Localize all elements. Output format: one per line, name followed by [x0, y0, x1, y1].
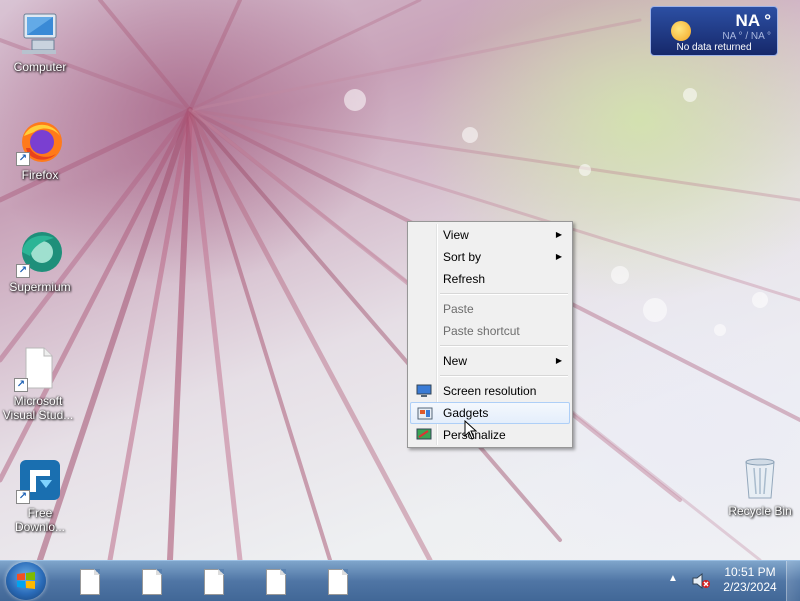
screen-resolution-icon — [416, 384, 432, 397]
taskbar-item-4[interactable] — [260, 565, 290, 597]
menu-item-paste-shortcut: Paste shortcut — [410, 320, 570, 342]
shortcut-arrow-icon: ↗ — [16, 152, 30, 166]
taskbar-item-3[interactable] — [198, 565, 228, 597]
shortcut-arrow-icon: ↗ — [16, 264, 30, 278]
menu-item-new[interactable]: New ▶ — [410, 350, 570, 372]
menu-item-personalize[interactable]: Personalize — [410, 424, 570, 446]
sun-icon — [671, 21, 691, 41]
computer-icon — [22, 13, 57, 54]
weather-status: No data returned — [676, 42, 752, 53]
menu-item-label: Screen resolution — [443, 384, 537, 398]
menu-item-view[interactable]: View ▶ — [410, 224, 570, 246]
show-hidden-icons-button[interactable]: ▲ — [668, 573, 678, 584]
desktop-icon-label: Supermium — [9, 280, 71, 294]
menu-item-screen-resolution[interactable]: Screen resolution — [410, 380, 570, 402]
document-icon — [328, 569, 348, 595]
personalize-icon — [416, 428, 432, 440]
start-button[interactable] — [6, 562, 46, 600]
desktop-icon-label: Microsoft Visual Stud... — [2, 394, 74, 422]
desktop-icon-supermium[interactable]: ↗ Supermium — [2, 230, 78, 294]
document-icon — [266, 569, 286, 595]
menu-item-gadgets[interactable]: Gadgets — [410, 402, 570, 424]
desktop-icon-visual-studio[interactable]: ↗ Microsoft Visual Stud... — [0, 344, 76, 422]
submenu-arrow-icon: ▶ — [555, 252, 562, 261]
desktop-icon-label: Free Downlo... — [14, 506, 66, 534]
weather-gadget[interactable]: NA ° NA ° / NA ° No data returned — [650, 6, 778, 56]
shortcut-arrow-icon: ↗ — [16, 490, 30, 504]
document-icon — [80, 569, 100, 595]
weather-range: NA ° / NA ° — [722, 31, 771, 42]
submenu-arrow-icon: ▶ — [555, 356, 562, 365]
desktop[interactable]: Computer ↗ Firefox ↗ Supermium ↗ Microso… — [0, 0, 800, 560]
windows-logo-icon — [17, 572, 35, 589]
desktop-icon-label: Computer — [13, 60, 67, 74]
show-desktop-button[interactable] — [786, 561, 800, 601]
document-icon — [204, 569, 224, 595]
weather-temperature: NA ° — [735, 11, 771, 30]
desktop-icon-recycle-bin[interactable]: Recycle Bin — [722, 454, 798, 518]
menu-item-sort-by[interactable]: Sort by ▶ — [410, 246, 570, 268]
menu-item-paste: Paste — [410, 298, 570, 320]
menu-separator — [440, 345, 568, 347]
submenu-arrow-icon: ▶ — [555, 230, 562, 239]
wallpaper — [0, 0, 800, 560]
desktop-icon-free-download-manager[interactable]: ↗ Free Downlo... — [2, 456, 78, 534]
menu-item-label: Gadgets — [443, 406, 489, 420]
mouse-cursor-icon — [464, 420, 478, 440]
desktop-icon-firefox[interactable]: ↗ Firefox — [2, 118, 78, 182]
menu-item-label: Refresh — [443, 272, 486, 286]
menu-item-label: Paste shortcut — [443, 324, 520, 338]
menu-separator — [440, 293, 568, 295]
system-clock[interactable]: 10:51 PM 2/23/2024 — [716, 565, 784, 595]
desktop-icon-label: Recycle Bin — [728, 504, 792, 518]
document-icon — [142, 569, 162, 595]
volume-muted-icon[interactable] — [692, 573, 710, 589]
shortcut-arrow-icon: ↗ — [14, 378, 28, 392]
recycle-bin-icon — [745, 458, 775, 499]
taskbar-item-1[interactable] — [74, 565, 104, 597]
taskbar: ▲ 10:51 PM 2/23/2024 — [0, 560, 800, 601]
taskbar-item-5[interactable] — [322, 565, 352, 597]
desktop-icon-label: Firefox — [21, 168, 59, 182]
menu-item-label: Paste — [443, 302, 474, 316]
menu-item-label: Sort by — [443, 250, 482, 264]
desktop-icon-computer[interactable]: Computer — [2, 10, 78, 74]
clock-time: 10:51 PM — [724, 565, 776, 579]
menu-separator — [440, 375, 568, 377]
taskbar-item-2[interactable] — [136, 565, 166, 597]
menu-item-label: New — [443, 354, 468, 368]
gadgets-icon — [417, 407, 433, 420]
menu-item-refresh[interactable]: Refresh — [410, 268, 570, 290]
desktop-context-menu: View ▶ Sort by ▶ Refresh Paste Paste sho… — [407, 221, 573, 448]
menu-item-label: View — [443, 228, 469, 242]
clock-date: 2/23/2024 — [723, 580, 777, 594]
